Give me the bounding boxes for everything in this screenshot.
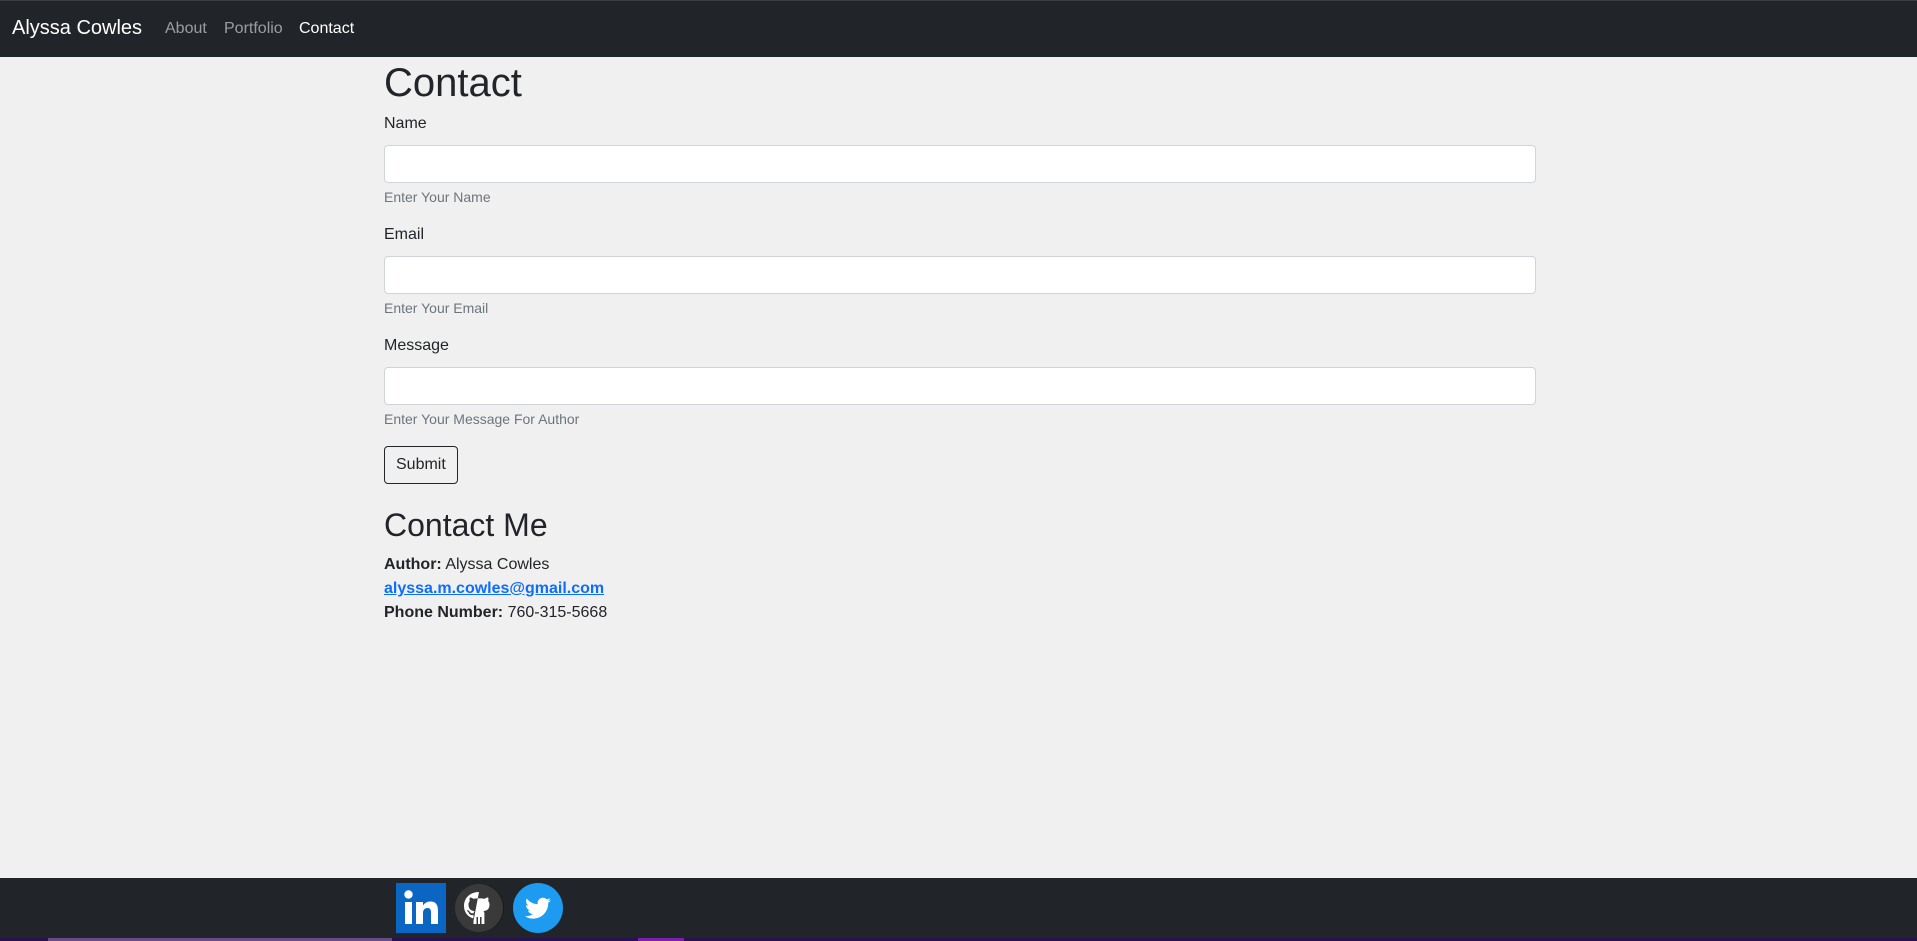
message-help-text: Enter Your Message For Author [384,411,580,427]
twitter-link[interactable] [513,883,563,933]
nav-link-about[interactable]: About [165,20,207,38]
contact-me-title: Contact Me [384,507,548,543]
brand-link[interactable]: Alyssa Cowles [12,17,142,40]
email-link[interactable]: alyssa.m.cowles@gmail.com [384,580,604,597]
email-input[interactable] [384,256,1536,294]
page-title: Contact [384,61,522,105]
author-line: Author: Alyssa Cowles [384,556,549,574]
linkedin-link[interactable] [396,883,446,933]
top-navbar: Alyssa Cowles About Portfolio Contact [0,0,1917,57]
message-input[interactable] [384,367,1536,405]
name-help-text: Enter Your Name [384,189,491,205]
nav-link-contact[interactable]: Contact [299,20,354,38]
github-link[interactable] [454,883,504,933]
linkedin-icon [396,883,446,933]
name-label: Name [384,115,427,132]
phone-label: Phone Number: [384,604,504,621]
phone-number: 760-315-5668 [507,604,608,621]
nav-link-portfolio[interactable]: Portfolio [224,20,283,38]
email-label: Email [384,226,425,243]
phone-line: Phone Number: 760-315-5668 [384,604,607,622]
message-label: Message [384,337,449,354]
name-input[interactable] [384,145,1536,183]
author-label: Author: [384,556,442,573]
twitter-icon [513,883,563,933]
author-name: Alyssa Cowles [445,556,550,573]
submit-button[interactable]: Submit [384,446,458,484]
footer [0,878,1917,941]
github-icon [455,884,504,932]
email-line: alyssa.m.cowles@gmail.com [384,580,604,598]
email-help-text: Enter Your Email [384,300,489,316]
